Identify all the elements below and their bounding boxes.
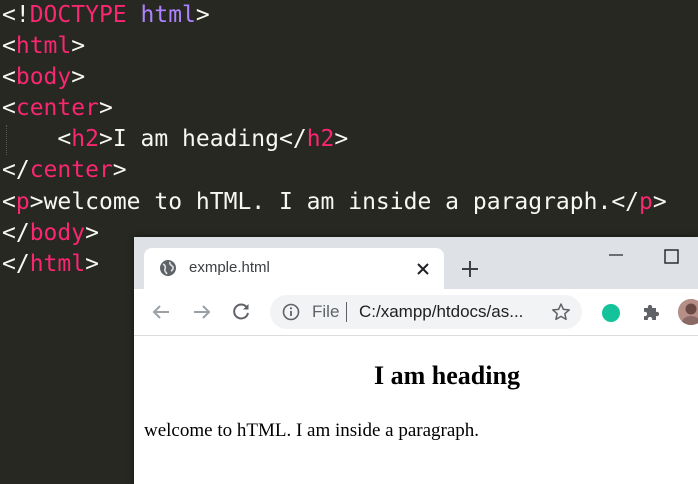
code-tag: p — [639, 189, 653, 215]
code-tag: center — [29, 157, 113, 183]
code-line-body-open: <body> — [2, 62, 85, 93]
code-line-center-open: <center> — [2, 93, 113, 124]
code-punct: </ — [2, 251, 30, 277]
close-icon[interactable] — [415, 261, 431, 277]
info-icon[interactable] — [282, 303, 300, 321]
code-punct: < — [2, 189, 16, 215]
code-punct: > — [112, 157, 127, 183]
code-punct: > — [195, 2, 210, 28]
url-scheme-label: File — [312, 302, 340, 321]
code-line-html-open: <html> — [2, 31, 85, 62]
forward-arrow-icon[interactable] — [191, 301, 213, 323]
globe-icon — [160, 260, 176, 276]
code-punct: </ — [611, 189, 640, 215]
minimize-icon[interactable] — [604, 247, 628, 263]
browser-titlebar: exmple.html — [134, 237, 698, 289]
code-keyword: DOCTYPE — [29, 2, 127, 28]
grammarly-icon[interactable] — [601, 303, 621, 323]
code-punct: </ — [2, 157, 30, 183]
page-viewport: I am heading welcome to hTML. I am insid… — [134, 336, 698, 484]
puzzle-icon[interactable] — [640, 301, 662, 323]
browser-window: exmple.html File C:/xampp/htdocs/as... I… — [134, 237, 698, 484]
plus-icon[interactable] — [460, 259, 480, 279]
maximize-icon[interactable] — [662, 247, 682, 267]
back-arrow-icon[interactable] — [150, 301, 172, 323]
code-tag: h2 — [71, 126, 99, 152]
code-text: I am heading — [112, 126, 279, 152]
code-punct: > — [98, 95, 113, 121]
code-punct: </ — [278, 126, 307, 152]
code-punct: < — [2, 33, 16, 59]
page-paragraph: welcome to hTML. I am inside a paragraph… — [144, 420, 480, 441]
code-line-center-close: </center> — [2, 155, 127, 186]
code-punct: > — [85, 220, 99, 246]
code-line-p: <p>welcome to hTML. I am inside a paragr… — [2, 187, 667, 218]
code-line-doctype: <!DOCTYPE html> — [2, 0, 210, 31]
code-punct: </ — [2, 220, 30, 246]
code-line-h2: <h2>I am heading</h2> — [2, 124, 348, 155]
code-punct: < — [57, 126, 72, 152]
code-punct: <! — [2, 2, 30, 28]
code-punct: > — [98, 126, 113, 152]
code-text: welcome to hTML. I am inside a paragraph… — [43, 189, 612, 215]
reload-icon[interactable] — [230, 301, 252, 323]
avatar[interactable] — [678, 299, 698, 325]
browser-toolbar: File C:/xampp/htdocs/as... — [134, 289, 698, 336]
code-tag: h2 — [306, 126, 335, 152]
code-tag: p — [15, 189, 30, 215]
code-punct: > — [71, 64, 86, 90]
code-punct: > — [71, 33, 86, 59]
code-attr: html — [140, 2, 196, 28]
page-heading: I am heading — [374, 361, 520, 390]
code-line-body-close: </body> — [2, 218, 99, 249]
code-punct: > — [29, 189, 44, 215]
star-icon[interactable] — [551, 302, 571, 322]
code-tag: html — [29, 251, 86, 277]
browser-tab[interactable]: exmple.html — [144, 248, 444, 289]
tab-title: exmple.html — [189, 259, 270, 276]
url-separator — [346, 302, 347, 322]
code-punct: > — [334, 126, 349, 152]
code-punct: < — [2, 95, 16, 121]
code-tag: html — [15, 33, 72, 59]
code-punct: > — [652, 189, 667, 215]
code-punct: > — [85, 251, 99, 277]
code-line-html-close: </html> — [2, 249, 99, 280]
address-bar[interactable]: File C:/xampp/htdocs/as... — [270, 295, 582, 329]
code-tag: body — [29, 220, 86, 246]
url-text[interactable]: C:/xampp/htdocs/as... — [359, 303, 523, 321]
code-punct: < — [2, 64, 16, 90]
code-tag: center — [15, 95, 99, 121]
avatar-image — [678, 299, 698, 325]
code-tag: body — [15, 64, 72, 90]
